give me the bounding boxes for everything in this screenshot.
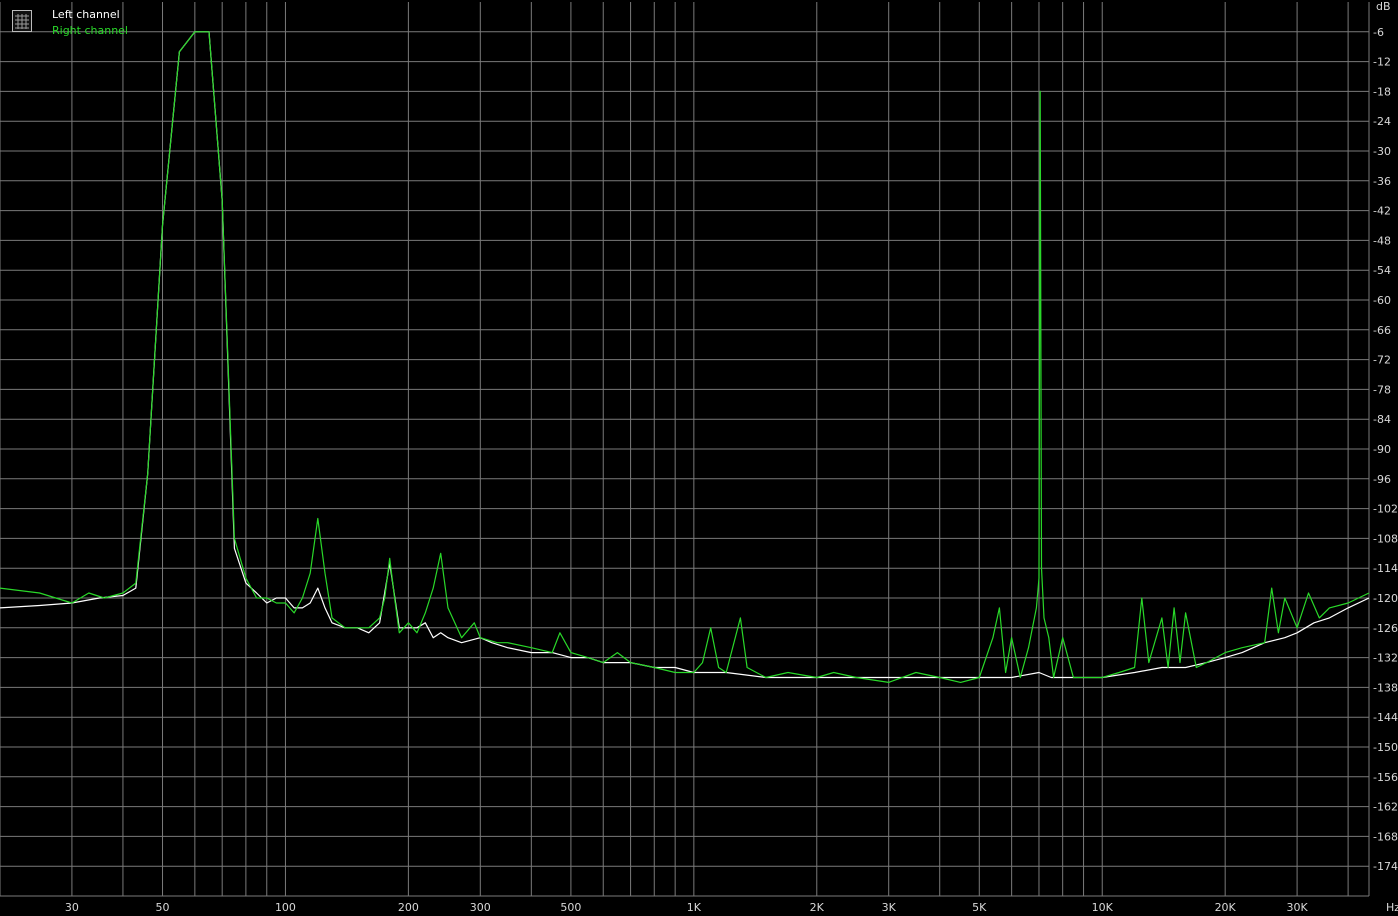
x-tick-label: 500 <box>560 901 581 914</box>
y-tick-label: -126 <box>1373 622 1398 635</box>
y-tick-label: -162 <box>1373 801 1398 814</box>
y-tick-label: -60 <box>1373 294 1391 307</box>
x-tick-label: 50 <box>156 901 170 914</box>
y-tick-label: -114 <box>1373 562 1398 575</box>
x-tick-label: 2K <box>810 901 825 914</box>
y-tick-label: -132 <box>1373 652 1398 665</box>
y-tick-label: -84 <box>1373 413 1391 426</box>
x-tick-label: 30 <box>65 901 79 914</box>
y-tick-label: -174 <box>1373 860 1398 873</box>
y-tick-label: -144 <box>1373 711 1398 724</box>
y-tick-label: -66 <box>1373 324 1391 337</box>
y-tick-label: -18 <box>1373 85 1391 98</box>
x-tick-label: 3K <box>882 901 897 914</box>
y-tick-label: -6 <box>1373 26 1384 39</box>
y-tick-label: -12 <box>1373 56 1391 69</box>
x-tick-label: 30K <box>1286 901 1308 914</box>
spectrum-chart: 30 50 100 200 300 500 1K 2K 3K 5K 10K 20K 30K -6 -12 -… <box>0 0 1398 916</box>
x-tick-label: 10K <box>1092 901 1114 914</box>
y-tick-label: -168 <box>1373 830 1398 843</box>
y-tick-label: -48 <box>1373 234 1391 247</box>
x-tick-label: 300 <box>470 901 491 914</box>
y-tick-label: -54 <box>1373 264 1391 277</box>
legend-right-channel: Right channel <box>52 24 128 37</box>
x-tick-label: 200 <box>398 901 419 914</box>
y-tick-label: -138 <box>1373 681 1398 694</box>
y-tick-label: -90 <box>1373 443 1391 456</box>
y-tick-label: -42 <box>1373 205 1391 218</box>
y-tick-label: -36 <box>1373 175 1391 188</box>
y-tick-label: -78 <box>1373 383 1391 396</box>
y-tick-label: -108 <box>1373 532 1398 545</box>
y-tick-label: -150 <box>1373 741 1398 754</box>
x-tick-label: 1K <box>687 901 702 914</box>
y-tick-label: -24 <box>1373 115 1391 128</box>
y-axis-unit: dB <box>1376 0 1391 13</box>
y-tick-label: -72 <box>1373 354 1391 367</box>
y-tick-label: -156 <box>1373 771 1398 784</box>
y-tick-label: -102 <box>1373 503 1398 516</box>
x-tick-label: 20K <box>1215 901 1237 914</box>
y-tick-label: -30 <box>1373 145 1391 158</box>
x-tick-label: 100 <box>275 901 296 914</box>
x-axis-unit: Hz <box>1386 901 1398 914</box>
legend-left-channel: Left channel <box>52 8 120 21</box>
plot-background <box>0 0 1398 916</box>
y-tick-label: -120 <box>1373 592 1398 605</box>
y-tick-label: -96 <box>1373 473 1391 486</box>
x-tick-label: 5K <box>972 901 987 914</box>
grid-icon <box>15 14 29 29</box>
legend-toggle-icon[interactable] <box>12 10 32 32</box>
